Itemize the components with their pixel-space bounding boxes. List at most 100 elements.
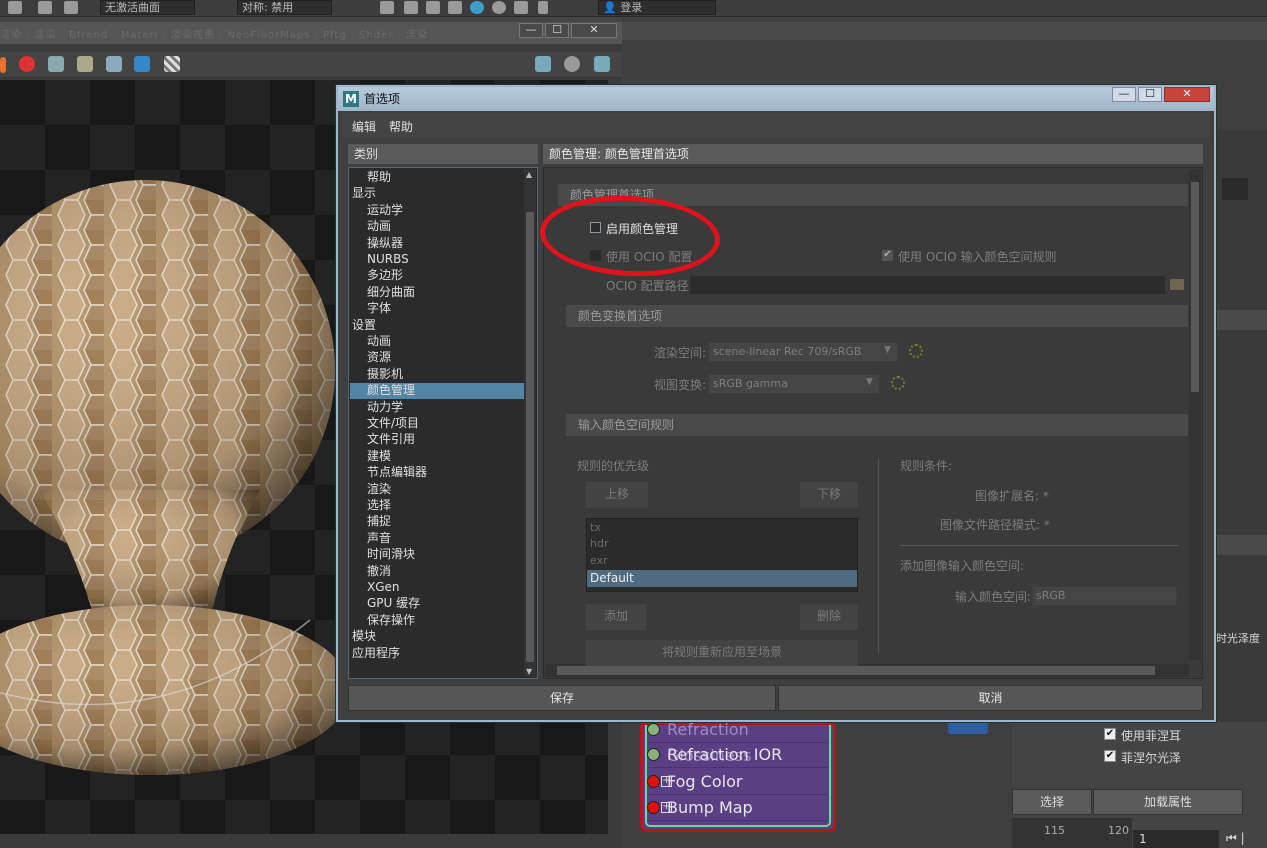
scroll-down-icon[interactable]: ▼ (526, 667, 532, 676)
ocio-rules-checkbox[interactable]: ✔ (882, 250, 893, 261)
input-cs-dropdown[interactable]: sRGB (1032, 586, 1177, 606)
horizontal-scroll-thumb[interactable] (557, 666, 1155, 675)
category-item[interactable]: 保存操作 (367, 612, 415, 628)
load-attributes-button[interactable]: 加载属性 (1093, 789, 1243, 815)
category-item[interactable]: 声音 (367, 530, 391, 546)
minimize-button[interactable]: — (519, 23, 543, 38)
settings-scroll-thumb[interactable] (1191, 182, 1199, 392)
dialog-close-button[interactable]: ✕ (1164, 87, 1210, 102)
frame-field[interactable]: 1 (1133, 830, 1219, 848)
category-item[interactable]: XGen (367, 579, 400, 595)
category-item[interactable]: 细分曲面 (367, 284, 415, 300)
render-view-icon[interactable] (492, 1, 506, 14)
view-transform-dropdown[interactable]: sRGB gamma (708, 374, 880, 394)
save-button[interactable]: 保存 (348, 685, 776, 711)
move-up-button[interactable]: 上移 (586, 482, 648, 508)
render-globe-icon[interactable] (470, 1, 484, 14)
node-attr-row[interactable]: Refraction IOR (647, 742, 827, 768)
pause-icon[interactable] (538, 1, 548, 14)
lasso-tool-icon[interactable] (8, 1, 22, 14)
node-attr-row[interactable]: + Fog Color (647, 769, 827, 795)
surface-dropdown[interactable]: 无激活曲面 (100, 0, 195, 15)
batch-render-icon[interactable] (514, 1, 528, 14)
node-attr-row[interactable]: + Bump Map (647, 795, 827, 821)
select-button[interactable]: 选择 (1012, 789, 1092, 815)
node-port-dot[interactable] (647, 748, 660, 761)
playback-start-icon[interactable]: ⏮ | (1226, 831, 1245, 846)
render-icon[interactable] (0, 57, 6, 73)
symmetry-dropdown[interactable]: 对称: 禁用 (237, 0, 332, 15)
category-item[interactable]: 时间滑块 (367, 546, 415, 562)
login-dropdown[interactable]: 👤 登录 (598, 0, 716, 15)
attr-field[interactable] (1222, 178, 1248, 200)
node-port-dot[interactable] (647, 723, 660, 736)
teapot-icon[interactable] (106, 56, 122, 72)
hypershade-icon[interactable] (448, 1, 462, 14)
material-node[interactable]: Refraction Glossiness Refraction IOR + F… (640, 720, 836, 832)
category-item[interactable]: 设置 (352, 317, 376, 333)
close-button[interactable]: ✕ (571, 23, 617, 38)
category-item[interactable]: 建模 (367, 448, 391, 464)
dialog-maximize-button[interactable]: ☐ (1138, 87, 1162, 102)
category-item[interactable]: 动力学 (367, 399, 403, 415)
category-item[interactable]: 模块 (352, 628, 376, 644)
teapot-render-icon[interactable] (535, 56, 551, 72)
category-item[interactable]: 渲染 (367, 481, 391, 497)
ipr-render-icon[interactable] (404, 1, 418, 14)
render-frame-icon[interactable] (380, 1, 394, 14)
section-input-rules[interactable]: 输入颜色空间规则 (566, 414, 1188, 436)
category-item[interactable]: 动画 (367, 218, 391, 234)
category-item[interactable]: 运动学 (367, 202, 403, 218)
section-color-transform[interactable]: 颜色变换首选项 (566, 305, 1188, 327)
teapot-settings-icon[interactable] (594, 56, 610, 72)
category-item[interactable]: 帮助 (367, 169, 391, 185)
ocio-path-field[interactable] (690, 276, 1165, 294)
menu-help[interactable]: 帮助 (389, 118, 413, 135)
use-fresnel-checkbox[interactable]: ✔ (1104, 728, 1116, 740)
category-item[interactable]: 撤消 (367, 563, 391, 579)
snapshot-icon[interactable] (77, 56, 93, 72)
ipr-icon[interactable] (564, 56, 580, 72)
expand-plus-icon[interactable]: + (661, 776, 672, 787)
category-item[interactable]: 文件引用 (367, 431, 415, 447)
rule-item[interactable]: hdr (590, 537, 608, 550)
stop-icon[interactable] (19, 56, 35, 72)
reapply-rules-button[interactable]: 将规则重新应用至场景 (586, 640, 858, 666)
add-rule-button[interactable]: 添加 (586, 604, 646, 630)
category-item[interactable]: 摄影机 (367, 366, 403, 382)
node-port-dot[interactable] (647, 801, 660, 814)
gear-icon[interactable] (891, 376, 905, 390)
category-item[interactable]: 操纵器 (367, 235, 403, 251)
region-render-icon[interactable] (48, 56, 64, 72)
rule-item[interactable]: tx (590, 521, 601, 534)
category-item[interactable]: 资源 (367, 349, 391, 365)
category-item[interactable]: 文件/项目 (367, 415, 419, 431)
paint-select-icon[interactable] (38, 1, 52, 14)
rule-item-selected[interactable]: Default (590, 571, 634, 585)
category-item[interactable]: 应用程序 (352, 645, 400, 661)
move-down-button[interactable]: 下移 (800, 482, 858, 508)
render-settings-icon[interactable] (426, 1, 440, 14)
delete-rule-button[interactable]: 删除 (800, 604, 858, 630)
category-scroll-thumb[interactable] (526, 212, 534, 662)
rule-item[interactable]: exr (590, 554, 608, 567)
render-space-dropdown[interactable]: scene-linear Rec 709/sRGB (708, 342, 898, 362)
category-item[interactable]: NURBS (367, 251, 409, 267)
display-icon[interactable] (134, 56, 150, 72)
maximize-button[interactable]: ☐ (545, 23, 569, 38)
node-port-dot[interactable] (647, 775, 660, 788)
menu-edit[interactable]: 编辑 (352, 118, 376, 135)
category-item[interactable]: 动画 (367, 333, 391, 349)
category-item[interactable]: 捕捉 (367, 513, 391, 529)
cancel-button[interactable]: 取消 (778, 685, 1203, 711)
move-tool-icon[interactable] (64, 1, 78, 14)
category-item[interactable]: 节点编辑器 (367, 464, 427, 480)
checker-icon[interactable] (164, 56, 180, 72)
category-item[interactable]: 颜色管理 (367, 382, 415, 398)
dialog-titlebar[interactable] (338, 87, 1214, 111)
render-view-tabs[interactable]: 渲染 · 渲染 · Bfrend · Materi · 渲染视图 · NeoFl… (0, 26, 515, 40)
category-item[interactable]: 多边形 (367, 267, 403, 283)
category-item[interactable]: 显示 (352, 185, 376, 201)
fresnel-gloss-checkbox[interactable]: ✔ (1104, 750, 1116, 762)
folder-icon[interactable] (1170, 279, 1184, 290)
